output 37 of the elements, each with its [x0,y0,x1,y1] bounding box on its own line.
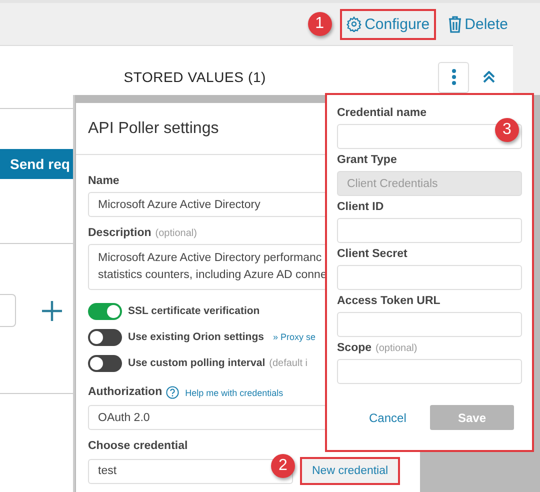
cancel-link[interactable]: Cancel [369,410,406,424]
configure-link[interactable]: Configure [340,8,436,40]
input-field[interactable] [337,265,522,290]
toggle-label: SSL certificate verification [128,305,260,317]
toggle-switch[interactable] [88,328,122,346]
settings-icon [346,16,362,32]
input-field[interactable] [337,359,522,384]
toggle-switch[interactable] [88,354,122,372]
field-label: Grant Type [337,154,397,166]
callout-badge: 1 [308,12,332,36]
toggle-label: Use custom polling interval (default i [128,357,308,369]
new-credential-button[interactable]: New credential [300,457,400,485]
field-label: Description (optional) [88,227,197,239]
kebab-icon [452,69,456,85]
field-label: Client ID [337,201,384,213]
proxy-link[interactable]: » Proxy se [272,332,316,342]
help-link[interactable]: Help me with credentials [185,388,284,398]
toggle-label: Use existing Orion settings [128,331,264,343]
input-field[interactable] [337,218,522,243]
delete-link[interactable]: Delete [444,10,512,38]
input-field[interactable] [337,312,522,337]
field-label: Access Token URL [337,295,440,307]
input-field[interactable] [0,294,16,327]
dialog-title: API Poller settings [88,120,219,138]
input-field[interactable] [337,124,522,149]
field-label: Client Secret [337,248,408,260]
help-icon[interactable] [166,386,180,399]
add-icon[interactable] [42,300,62,320]
card-title: STORED VALUES (1) [124,69,266,85]
collapse-icon[interactable] [483,71,495,83]
field-label: Credential name [337,107,426,119]
more-button[interactable] [438,62,469,92]
toggle-switch[interactable] [88,302,122,320]
field-label: Choose credential [88,440,188,452]
field-label: Authorization [88,386,162,398]
field-label: Scope (optional) [337,342,418,354]
trash-icon [448,16,462,32]
